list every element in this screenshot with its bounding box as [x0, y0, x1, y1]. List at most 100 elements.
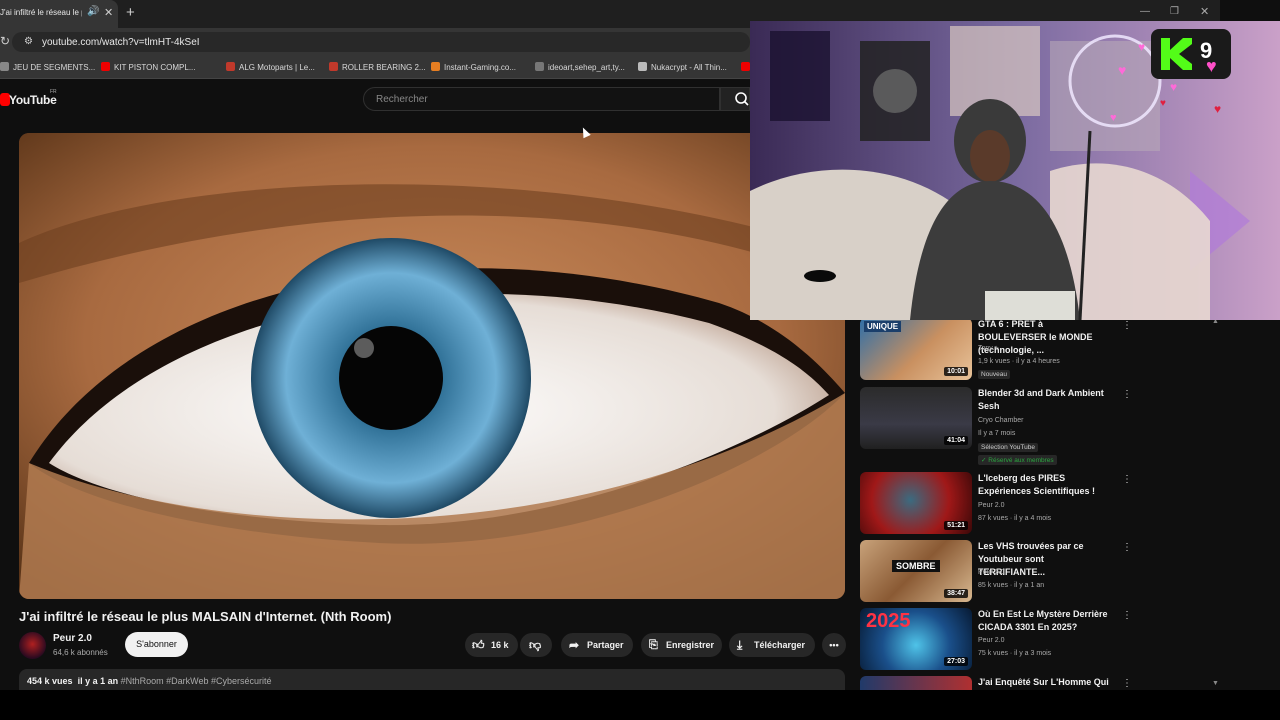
video-title: J'ai infiltré le réseau le plus MALSAIN …: [19, 609, 392, 624]
bookmark-label: Instant-Gaming.co...: [444, 63, 517, 72]
heart-icon: ♥: [1160, 98, 1166, 109]
bookmark-label: Nukacrypt - All Thin...: [651, 63, 727, 72]
bookmark-item[interactable]: Nukacrypt - All Thin...: [638, 62, 727, 72]
recommendation-channel[interactable]: Cryo Chamber: [978, 417, 1024, 424]
thumbnail-label: SOMBRE: [892, 560, 940, 572]
screen-bottom-bar: [0, 690, 1280, 720]
recommendation-meta: 75 k vues · il y a 3 mois: [978, 650, 1052, 657]
tab-audio-icon[interactable]: 🔊: [87, 6, 99, 17]
recommendation-item[interactable]: 41:04 Blender 3d and Dark Ambient Sesh C…: [860, 387, 1210, 467]
heart-icon: ♥: [1214, 102, 1222, 116]
kick-logo-icon: [1161, 38, 1192, 70]
recommendation-item[interactable]: J'ai Enquêté Sur L'Homme Qui ⋮: [860, 676, 1210, 690]
description-meta: 454 k vues il y a 1 an #NthRoom #DarkWeb…: [27, 676, 272, 686]
channel-avatar[interactable]: [19, 632, 46, 659]
bookmark-item[interactable]: KIT PISTON COMPL...: [101, 62, 196, 72]
recommendation-item[interactable]: 51:21 L'Iceberg des PIRES Expériences Sc…: [860, 472, 1210, 534]
search-box[interactable]: [363, 87, 720, 111]
like-count: 16 k: [491, 640, 509, 650]
site-settings-icon[interactable]: ⚙: [24, 36, 33, 47]
recommendation-title[interactable]: L'Iceberg des PIRES Expériences Scientif…: [978, 472, 1110, 498]
recommendation-channel[interactable]: Peur 2.0: [978, 502, 1004, 509]
recommendation-thumbnail[interactable]: 51:21: [860, 472, 972, 534]
bookmark-favicon-icon: [101, 62, 110, 71]
bookmark-item[interactable]: JEU DE SEGMENTS...: [0, 62, 95, 72]
recommendation-meta: 85 k vues · il y a 1 an: [978, 582, 1045, 589]
recommendation-channel[interactable]: Peur 2.0: [978, 569, 1004, 576]
more-vertical-icon[interactable]: ⋮: [1122, 678, 1132, 689]
new-badge: Nouveau: [978, 370, 1011, 379]
window-minimize-icon[interactable]: —: [1140, 6, 1150, 17]
scroll-down-icon[interactable]: ▼: [1212, 680, 1219, 687]
bookmark-favicon-icon: [226, 62, 235, 71]
recommendation-item[interactable]: 2025 27:03 Où En Est Le Mystère Derrière…: [860, 608, 1210, 670]
recommendation-item[interactable]: UNIQUE 10:01 GTA 6 : PRÊT à BOULEVERSER …: [860, 318, 1210, 382]
video-duration: 38:47: [944, 589, 968, 598]
download-button[interactable]: ⤓ Télécharger: [729, 633, 815, 657]
video-player[interactable]: [19, 133, 845, 599]
url-text[interactable]: youtube.com/watch?v=tlmHT-4kSeI: [42, 37, 200, 48]
tab-close-icon[interactable]: ✕: [104, 6, 113, 19]
dislike-button[interactable]: 👎︎: [520, 633, 552, 657]
upload-date: il y a 1 an: [77, 676, 119, 686]
reload-icon[interactable]: ↻: [0, 34, 10, 48]
bookmark-favicon-icon: [638, 62, 647, 71]
share-button[interactable]: ➦ Partager: [561, 633, 633, 657]
recommendation-meta: 87 k vues · il y a 4 mois: [978, 515, 1052, 522]
save-button[interactable]: ⎘ Enregistrer: [641, 633, 722, 657]
share-icon: ➦: [569, 638, 580, 652]
share-label: Partager: [587, 640, 624, 650]
view-count: 454 k vues: [27, 676, 73, 686]
recommendation-thumbnail[interactable]: SOMBRE 38:47: [860, 540, 972, 602]
search-button[interactable]: [720, 87, 750, 111]
new-tab-button[interactable]: +: [126, 4, 135, 21]
video-frame-eye: [19, 133, 845, 599]
window-close-icon[interactable]: ✕: [1200, 5, 1209, 18]
search-input[interactable]: [374, 93, 708, 106]
recommendation-thumbnail[interactable]: [860, 676, 972, 690]
heart-icon: ♥: [1110, 112, 1117, 124]
bookmark-icon: ⎘: [649, 639, 658, 651]
video-duration: 27:03: [944, 657, 968, 666]
more-vertical-icon[interactable]: ⋮: [1122, 610, 1132, 621]
recommendation-channel[interactable]: Tony +: [978, 345, 999, 352]
recommendation-thumbnail[interactable]: UNIQUE 10:01: [860, 318, 972, 380]
more-horizontal-icon: •••: [829, 640, 839, 650]
region-code: FR: [50, 89, 57, 95]
video-duration: 51:21: [944, 521, 968, 530]
bookmark-item[interactable]: ideoart,sehep_art,ty...: [535, 62, 625, 72]
heart-icon: ♥: [1206, 56, 1217, 76]
recommendation-title[interactable]: Blender 3d and Dark Ambient Sesh: [978, 387, 1110, 413]
save-label: Enregistrer: [666, 640, 715, 650]
thumbs-down-icon: 👎︎: [529, 638, 542, 652]
recommendation-item[interactable]: SOMBRE 38:47 Les VHS trouvées par ce You…: [860, 540, 1210, 602]
subscribe-button[interactable]: S'abonner: [125, 632, 188, 657]
hashtags[interactable]: #NthRoom #DarkWeb #Cybersécurité: [121, 676, 272, 686]
video-duration: 41:04: [944, 436, 968, 445]
more-actions-button[interactable]: •••: [822, 633, 846, 657]
window-maximize-icon[interactable]: ❐: [1170, 6, 1179, 17]
like-button[interactable]: 👍︎ 16 k: [465, 633, 518, 657]
bookmark-item[interactable]: ALG Motoparts | Le...: [226, 62, 315, 72]
recommendation-title[interactable]: Où En Est Le Mystère Derrière CICADA 330…: [978, 608, 1110, 634]
bookmark-item[interactable]: ROLLER BEARING 2...: [329, 62, 426, 72]
recommendation-title[interactable]: J'ai Enquêté Sur L'Homme Qui: [978, 676, 1110, 689]
more-vertical-icon[interactable]: ⋮: [1122, 320, 1132, 331]
more-vertical-icon[interactable]: ⋮: [1122, 542, 1132, 553]
more-vertical-icon[interactable]: ⋮: [1122, 389, 1132, 400]
youtube-logo-text[interactable]: YouTube: [9, 93, 57, 107]
recommendation-thumbnail[interactable]: 41:04: [860, 387, 972, 449]
stream-badge: [1151, 29, 1231, 79]
recommendation-channel[interactable]: Peur 2.0: [978, 637, 1004, 644]
bookmark-item[interactable]: Instant-Gaming.co...: [431, 62, 516, 72]
recommendation-thumbnail[interactable]: 2025 27:03: [860, 608, 972, 670]
thumbnail-label: UNIQUE: [864, 321, 902, 332]
bookmark-favicon-icon: [0, 62, 9, 71]
members-only-label: Réservé aux membres: [988, 457, 1054, 464]
recommendation-meta: 1,9 k vues · il y a 4 heures: [978, 358, 1060, 365]
more-vertical-icon[interactable]: ⋮: [1122, 474, 1132, 485]
youtube-selection-badge: Sélection YouTube: [978, 443, 1038, 452]
bookmark-label: JEU DE SEGMENTS...: [13, 63, 96, 72]
heart-icon: ♥: [1118, 62, 1127, 78]
channel-name[interactable]: Peur 2.0: [53, 633, 92, 644]
